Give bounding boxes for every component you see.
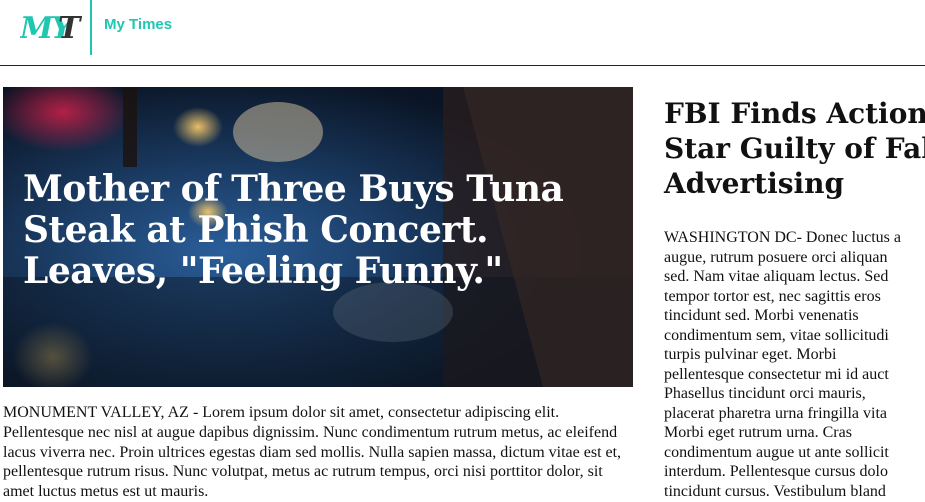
side-article-body: WASHINGTON DC- Donec luctus a augue, rut… bbox=[664, 229, 901, 500]
side-article-headline[interactable]: FBI Finds Action Star Guilty of Fal Adve… bbox=[664, 96, 925, 201]
svg-text:T: T bbox=[58, 11, 82, 43]
featured-article-image[interactable]: Mother of Three Buys Tuna Steak at Phish… bbox=[3, 87, 633, 387]
header-divider bbox=[90, 0, 92, 55]
featured-article-body: MONUMENT VALLEY, AZ - Lorem ipsum dolor … bbox=[3, 404, 622, 501]
brand-name[interactable]: My Times bbox=[104, 16, 172, 33]
site-logo[interactable]: MY T bbox=[20, 7, 82, 43]
featured-headline[interactable]: Mother of Three Buys Tuna Steak at Phish… bbox=[23, 169, 613, 292]
site-header: MY T My Times bbox=[0, 0, 925, 66]
